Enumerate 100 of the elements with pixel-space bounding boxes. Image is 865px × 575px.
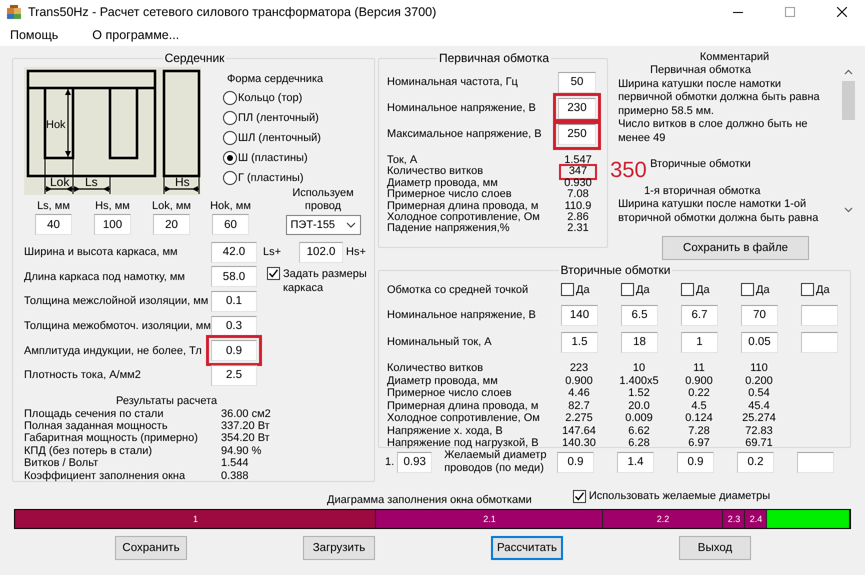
chevron-down-icon xyxy=(346,222,356,228)
fill-segment: 2.1 xyxy=(376,510,603,528)
stat-value: 7.28 xyxy=(687,424,711,437)
input-field[interactable]: 0.3 xyxy=(211,316,257,337)
checkbox[interactable] xyxy=(267,266,280,280)
menu-item[interactable]: Помощь xyxy=(10,28,58,42)
annotation-number: 350 xyxy=(610,159,647,181)
action-button[interactable]: Выход xyxy=(679,536,751,560)
stat-value: 72.83 xyxy=(744,424,774,437)
field-label: Номинальная частота, Гц xyxy=(387,76,519,88)
stat-value: 11 xyxy=(692,362,706,374)
input-field[interactable] xyxy=(797,452,834,472)
input-field[interactable]: 1.4 xyxy=(617,452,654,472)
stat-label: Напряжение х. хода, В xyxy=(387,424,504,437)
stat-value: 0.930 xyxy=(564,178,592,189)
group-title: Вторичные обмотки xyxy=(560,263,672,277)
input-field[interactable]: 20 xyxy=(153,214,190,235)
group-title: Сердечник xyxy=(164,51,226,65)
field-label: Амплитуда индукции, не более, Тл xyxy=(24,344,203,357)
input-field[interactable]: 0.9 xyxy=(557,452,594,472)
stat-label: Холодное сопротивление, Ом xyxy=(387,412,541,424)
checkbox-label: Да xyxy=(816,284,830,296)
stat-label: Примерное число слоев xyxy=(387,189,513,201)
radio-button[interactable] xyxy=(223,91,237,105)
window-title: Trans50Hz - Расчет сетевого силового трансформатора (Версия 3700) xyxy=(28,5,438,19)
action-button[interactable]: Рассчитать xyxy=(491,536,563,560)
result-value: 36.00 см2 xyxy=(221,408,272,420)
stat-value: 82.7 xyxy=(567,400,591,412)
checkbox[interactable] xyxy=(741,283,754,296)
maximize-icon xyxy=(785,7,795,17)
checkbox-label: Использовать желаемые диаметры xyxy=(588,490,770,502)
stat-value: 69.71 xyxy=(744,437,774,450)
input-field[interactable]: 50 xyxy=(558,72,596,92)
checkbox-label: Задать размеры каркаса xyxy=(283,266,368,295)
input-field[interactable]: 1 xyxy=(681,332,718,352)
field-label: Номинальное напряжение, В xyxy=(387,309,537,321)
input-field[interactable]: 140 xyxy=(561,304,598,326)
input-field[interactable]: 0.93 xyxy=(397,452,432,472)
checkbox[interactable] xyxy=(621,283,634,296)
input-field[interactable]: 6.5 xyxy=(621,304,658,326)
checkbox-label: Да xyxy=(696,284,710,296)
input-field[interactable] xyxy=(801,304,838,326)
stat-value: 20.0 xyxy=(627,400,651,412)
input-field[interactable]: 250 xyxy=(558,124,596,144)
action-button[interactable]: Загрузить xyxy=(303,536,375,560)
stat-value: 147.64 xyxy=(561,424,597,437)
input-field[interactable]: 102.0 xyxy=(299,242,344,263)
stat-value: 6.97 xyxy=(687,437,711,450)
input-field[interactable]: 6.7 xyxy=(681,304,718,326)
radio-label: ШЛ (ленточный) xyxy=(238,132,321,144)
input-field[interactable]: 42.0 xyxy=(211,242,257,263)
input-field[interactable]: 58.0 xyxy=(211,266,257,288)
input-field[interactable]: 0.9 xyxy=(211,340,257,362)
comment-text: 1-я вторичная обмотка xyxy=(643,184,762,198)
stat-label: Примерная длина провода, м xyxy=(387,200,540,212)
dimension-label: Lok xyxy=(50,175,70,189)
stat-value: 7.08 xyxy=(567,189,589,201)
input-field[interactable]: 70 xyxy=(741,304,778,326)
stat-value: 2.275 xyxy=(564,412,594,424)
checkbox[interactable] xyxy=(801,283,814,296)
checkbox[interactable] xyxy=(681,283,694,296)
action-button[interactable]: Сохранить xyxy=(115,536,187,560)
stat-value: 10 xyxy=(632,362,646,374)
stat-value: 0.124 xyxy=(684,412,714,424)
stat-value: 0.200 xyxy=(744,374,774,387)
checkbox[interactable] xyxy=(572,490,586,502)
input-field[interactable]: 230 xyxy=(558,98,596,118)
results-title: Результаты расчета xyxy=(116,394,218,407)
radio-label: Кольцо (тор) xyxy=(238,92,302,104)
input-field[interactable]: 0.2 xyxy=(737,452,774,472)
input-field[interactable]: 100 xyxy=(94,214,131,235)
input-field[interactable]: 0.1 xyxy=(211,290,257,312)
input-field[interactable]: 0.9 xyxy=(677,452,714,472)
input-field[interactable]: 60 xyxy=(212,214,249,235)
checkbox-label: Да xyxy=(636,284,650,296)
menu-item[interactable]: О программе... xyxy=(92,28,180,42)
checkbox[interactable] xyxy=(561,283,574,296)
result-label: Витков / Вольт xyxy=(24,457,100,470)
input-field[interactable]: 40 xyxy=(35,214,72,235)
result-value: 94.90 % xyxy=(221,444,262,458)
result-label: Коэффициент заполнения окна xyxy=(24,470,186,482)
input-field[interactable]: 2.5 xyxy=(211,364,257,386)
close-icon xyxy=(837,7,847,17)
radio-button[interactable] xyxy=(223,111,237,125)
fill-segment: 1 xyxy=(15,510,376,528)
radio-button[interactable] xyxy=(223,151,237,165)
save-to-file-button[interactable]: Сохранить в файле xyxy=(662,236,810,260)
input-field[interactable]: 0.05 xyxy=(741,332,778,352)
stat-value: 6.62 xyxy=(627,424,651,437)
stat-value: 6.28 xyxy=(627,437,651,450)
input-field[interactable]: 1.5 xyxy=(561,332,598,352)
wire-select[interactable]: ПЭТ-155 xyxy=(286,215,360,235)
radio-button[interactable] xyxy=(223,131,237,145)
radio-label: Ш (пластины) xyxy=(238,152,308,164)
field-label: Ls, мм xyxy=(37,200,70,212)
input-field[interactable] xyxy=(801,332,838,352)
stat-value: 223 xyxy=(568,362,590,374)
row-prefix: 1. xyxy=(385,456,394,468)
radio-button[interactable] xyxy=(223,171,237,185)
input-field[interactable]: 18 xyxy=(621,332,658,352)
